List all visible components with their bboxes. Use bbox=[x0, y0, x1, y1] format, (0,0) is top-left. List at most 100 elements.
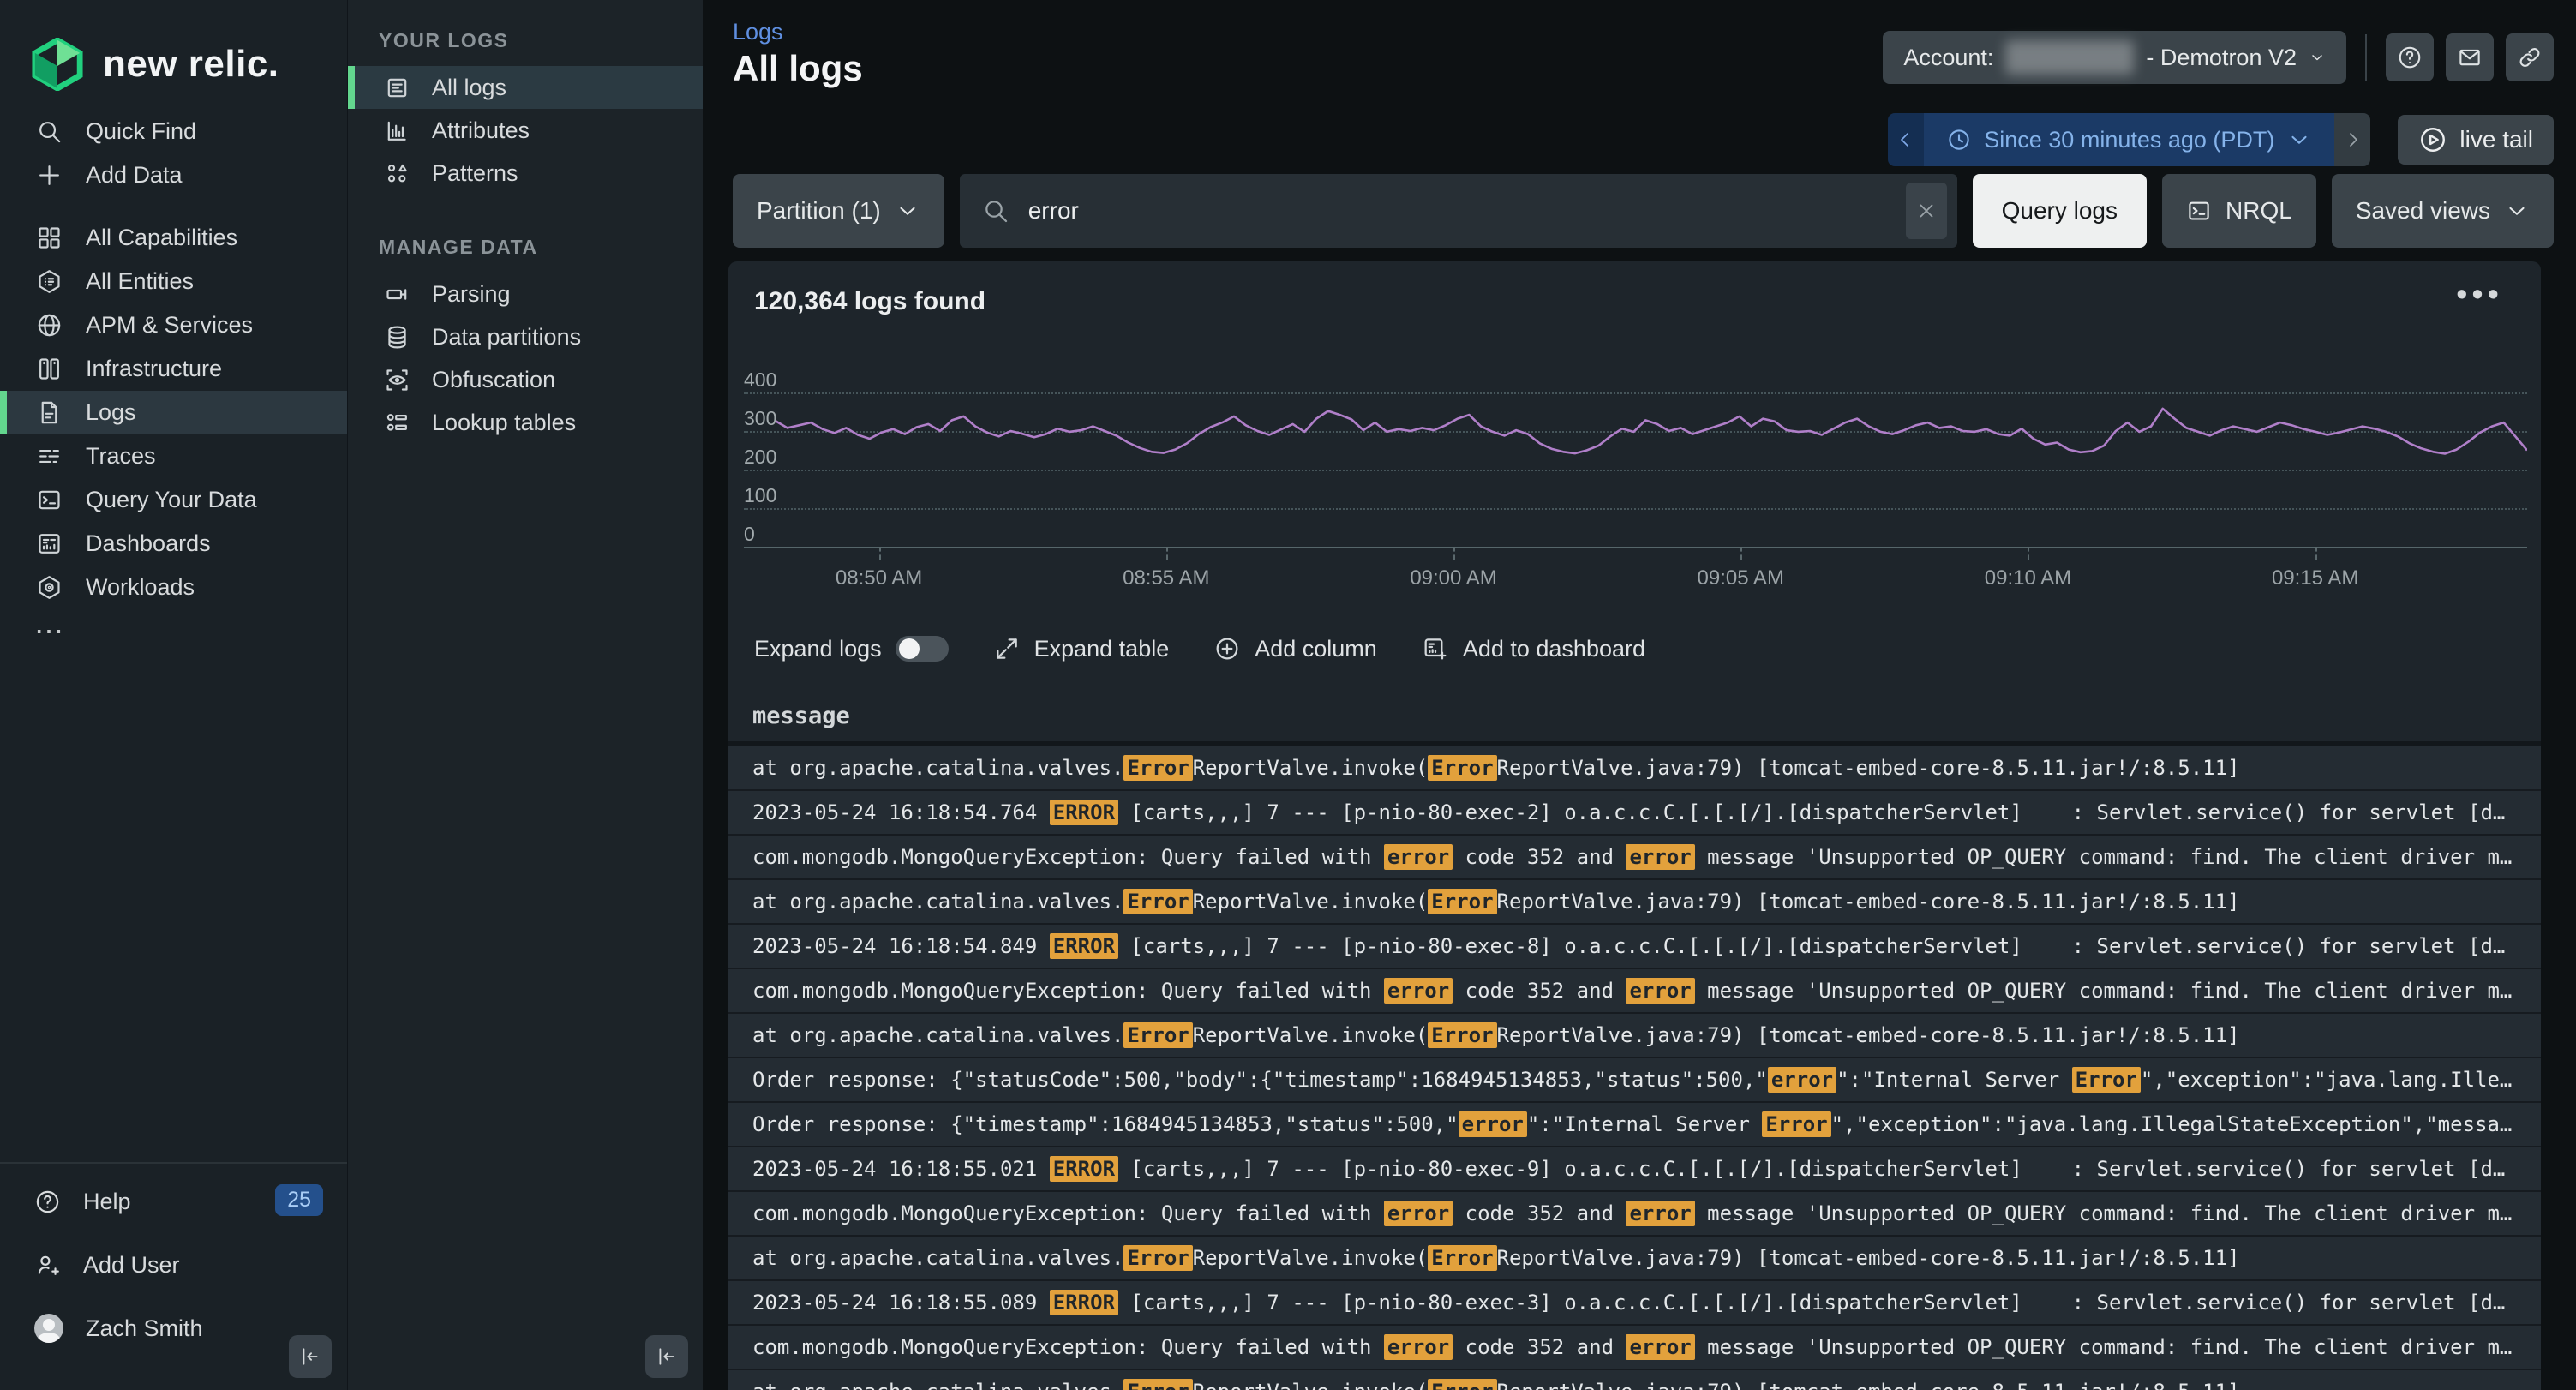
y-axis-label: 100 bbox=[744, 484, 776, 507]
divider bbox=[2365, 34, 2367, 81]
sidebar-item-label: Query Your Data bbox=[86, 487, 257, 513]
clock-icon bbox=[1946, 127, 1972, 153]
logs-nav-label: All logs bbox=[432, 75, 506, 101]
highlight-token: ERROR bbox=[1050, 800, 1118, 825]
sidebar-item-dashboards[interactable]: Dashboards bbox=[0, 522, 347, 566]
nrql-label: NRQL bbox=[2226, 197, 2292, 225]
new-relic-logo[interactable]: new relic. bbox=[31, 38, 279, 91]
sidebar-item-label: All Capabilities bbox=[86, 225, 237, 251]
document-icon bbox=[34, 399, 63, 426]
sidebar-item-query-your-data[interactable]: Query Your Data bbox=[0, 478, 347, 522]
search-input[interactable] bbox=[1027, 196, 1889, 225]
breadcrumb[interactable]: Logs bbox=[733, 19, 783, 45]
new-relic-logs-app: new relic. Quick Find Add Data All Capab… bbox=[0, 0, 2576, 1390]
highlight-token: Error bbox=[1428, 1245, 1496, 1271]
sidebar-item-label: Logs bbox=[86, 399, 136, 426]
expand-table-button[interactable]: Expand table bbox=[993, 635, 1170, 662]
sidebar-item-label: Workloads bbox=[86, 574, 195, 601]
table-row[interactable]: com.mongodb.MongoQueryException: Query f… bbox=[728, 969, 2541, 1014]
main-content: Logs All logs Account: - Demotron V2 bbox=[703, 0, 2576, 1390]
collapse-left-icon bbox=[299, 1345, 321, 1368]
sidebar-item-traces[interactable]: Traces bbox=[0, 434, 347, 478]
partition-dropdown[interactable]: Partition (1) bbox=[733, 174, 944, 248]
sidebar-item-add-data[interactable]: Add Data bbox=[0, 153, 347, 197]
help-badge: 25 bbox=[275, 1184, 323, 1216]
add-to-dashboard-label: Add to dashboard bbox=[1463, 636, 1645, 662]
table-row[interactable]: at org.apache.catalina.valves.ErrorRepor… bbox=[728, 1237, 2541, 1281]
collapse-left-icon bbox=[656, 1345, 678, 1368]
highlight-token: error bbox=[1459, 1111, 1527, 1137]
table-row[interactable]: com.mongodb.MongoQueryException: Query f… bbox=[728, 1192, 2541, 1237]
table-row[interactable]: at org.apache.catalina.valves.ErrorRepor… bbox=[728, 746, 2541, 791]
sidebar-item-all-capabilities[interactable]: All Capabilities bbox=[0, 216, 347, 260]
sidebar-item-all-entities[interactable]: All Entities bbox=[0, 260, 347, 303]
account-switcher-button[interactable]: Account: - Demotron V2 bbox=[1883, 31, 2346, 84]
logs-nav-label: Obfuscation bbox=[432, 367, 555, 393]
global-sidebar-collapse-button[interactable] bbox=[289, 1335, 332, 1378]
logs-nav-all-logs[interactable]: All logs bbox=[348, 66, 704, 109]
share-link-button[interactable] bbox=[2506, 33, 2554, 81]
live-tail-button[interactable]: live tail bbox=[2398, 115, 2554, 165]
time-forward-button[interactable] bbox=[2334, 113, 2370, 166]
time-range-label: Since 30 minutes ago (PDT) bbox=[1984, 127, 2274, 153]
table-row[interactable]: at org.apache.catalina.valves.ErrorRepor… bbox=[728, 880, 2541, 925]
add-user-item[interactable]: Add User bbox=[0, 1239, 347, 1291]
inbox-button[interactable] bbox=[2446, 33, 2494, 81]
log-volume-chart[interactable]: 010020030040008:50 AM08:55 AM09:00 AM09:… bbox=[728, 371, 2541, 620]
logs-nav-obfuscation[interactable]: Obfuscation bbox=[348, 358, 704, 401]
logs-nav-data-partitions[interactable]: Data partitions bbox=[348, 315, 704, 358]
highlight-token: ERROR bbox=[1050, 933, 1118, 959]
logs-nav-patterns[interactable]: Patterns bbox=[348, 152, 704, 195]
time-picker-button[interactable]: Since 30 minutes ago (PDT) bbox=[1924, 113, 2334, 166]
add-to-dashboard-button[interactable]: Add to dashboard bbox=[1422, 635, 1645, 662]
logs-sidebar-collapse-button[interactable] bbox=[645, 1335, 688, 1378]
table-row[interactable]: com.mongodb.MongoQueryException: Query f… bbox=[728, 1326, 2541, 1370]
global-sidebar: new relic. Quick Find Add Data All Capab… bbox=[0, 0, 347, 1390]
highlight-token: ERROR bbox=[1050, 1290, 1118, 1315]
table-row[interactable]: 2023-05-24 16:18:54.849 ERROR [carts,,,]… bbox=[728, 925, 2541, 969]
table-row[interactable]: at org.apache.catalina.valves.ErrorRepor… bbox=[728, 1370, 2541, 1390]
sidebar-item-logs[interactable]: Logs bbox=[0, 391, 347, 434]
toggle-switch[interactable] bbox=[896, 636, 949, 662]
expand-logs-toggle[interactable]: Expand logs bbox=[754, 636, 949, 662]
add-column-button[interactable]: Add column bbox=[1213, 635, 1377, 662]
table-row[interactable]: 2023-05-24 16:18:55.021 ERROR [carts,,,]… bbox=[728, 1147, 2541, 1192]
sidebar-item-quick-find[interactable]: Quick Find bbox=[0, 110, 347, 153]
table-row[interactable]: 2023-05-24 16:18:54.764 ERROR [carts,,,]… bbox=[728, 791, 2541, 836]
time-back-button[interactable] bbox=[1888, 113, 1924, 166]
hexagon-dot-icon bbox=[34, 574, 63, 601]
logs-nav-label: Data partitions bbox=[432, 324, 581, 350]
x-axis-label: 09:15 AM bbox=[2247, 566, 2384, 590]
highlight-token: error bbox=[1384, 844, 1453, 870]
logs-nav-label: Lookup tables bbox=[432, 410, 576, 436]
table-row[interactable]: Order response: {"statusCode":500,"body"… bbox=[728, 1058, 2541, 1103]
clear-search-button[interactable] bbox=[1906, 183, 1947, 239]
x-axis-label: 08:50 AM bbox=[811, 566, 948, 590]
message-column-header[interactable]: message bbox=[728, 692, 2541, 746]
table-row[interactable]: 2023-05-24 16:18:55.089 ERROR [carts,,,]… bbox=[728, 1281, 2541, 1326]
x-axis-label: 09:05 AM bbox=[1672, 566, 1809, 590]
sidebar-overflow-menu[interactable]: ⋯ bbox=[0, 609, 347, 653]
highlight-token: error bbox=[1384, 978, 1453, 1004]
logs-nav-lookup-tables[interactable]: Lookup tables bbox=[348, 401, 704, 444]
nrql-button[interactable]: NRQL bbox=[2162, 174, 2316, 248]
table-row[interactable]: com.mongodb.MongoQueryException: Query f… bbox=[728, 836, 2541, 880]
highlight-token: error bbox=[1768, 1067, 1836, 1093]
shapes-icon bbox=[382, 160, 411, 187]
y-axis-label: 300 bbox=[744, 407, 776, 430]
help-button[interactable] bbox=[2386, 33, 2434, 81]
panel-menu-button[interactable]: ••• bbox=[2456, 277, 2503, 314]
table-row[interactable]: at org.apache.catalina.valves.ErrorRepor… bbox=[728, 1014, 2541, 1058]
saved-views-dropdown[interactable]: Saved views bbox=[2332, 174, 2554, 248]
table-row[interactable]: Order response: {"timestamp":16849451348… bbox=[728, 1103, 2541, 1147]
help-item[interactable]: Help 25 bbox=[0, 1176, 347, 1227]
sidebar-item-workloads[interactable]: Workloads bbox=[0, 566, 347, 609]
highlight-token: Error bbox=[1428, 1379, 1496, 1390]
logs-nav-attributes[interactable]: Attributes bbox=[348, 109, 704, 152]
expand-icon bbox=[993, 635, 1021, 662]
query-logs-button[interactable]: Query logs bbox=[1973, 174, 2147, 248]
sidebar-item-infrastructure[interactable]: Infrastructure bbox=[0, 347, 347, 391]
sidebar-item-apm-services[interactable]: APM & Services bbox=[0, 303, 347, 347]
logs-nav-parsing[interactable]: Parsing bbox=[348, 273, 704, 315]
envelope-icon bbox=[2457, 45, 2483, 70]
